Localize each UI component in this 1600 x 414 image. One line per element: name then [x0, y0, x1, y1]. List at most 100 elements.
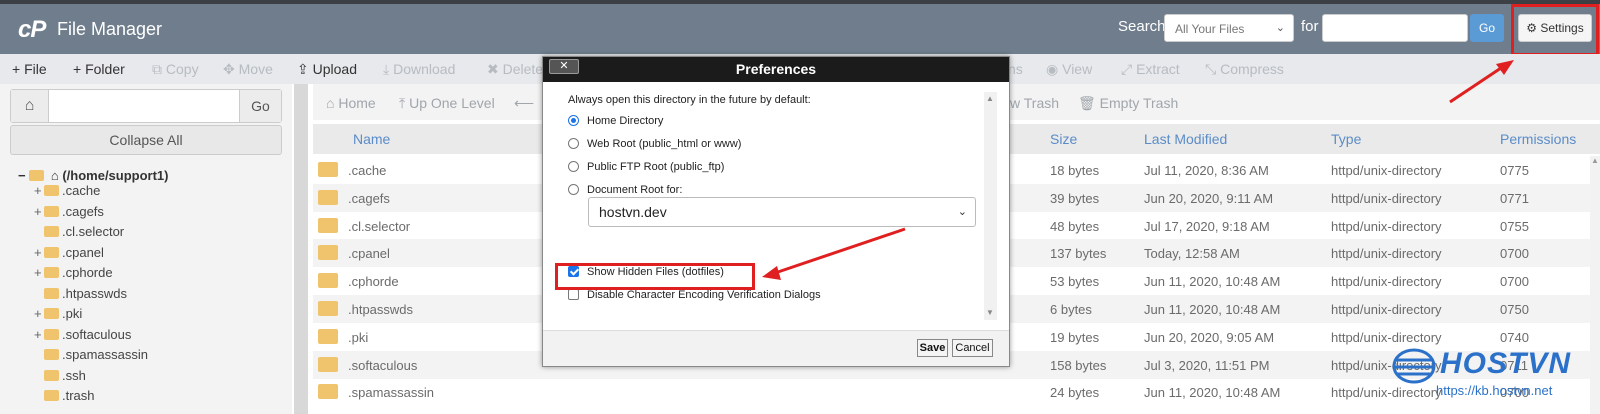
upload-button[interactable]: ⇪ Upload: [297, 61, 357, 78]
home-icon: ⌂: [50, 168, 59, 183]
nav-up-one-level-button[interactable]: ⤒ Up One Level: [399, 95, 495, 112]
nav-home-button[interactable]: ⌂ Home: [326, 95, 376, 111]
home-icon[interactable]: ⌂: [11, 90, 49, 122]
cell-name: .spamassassin: [348, 385, 434, 401]
tree-item-label: .ssh: [62, 367, 86, 383]
checkbox-disable-encoding[interactable]: [568, 289, 579, 300]
cancel-button[interactable]: Cancel: [952, 339, 993, 357]
cell-perms: 0740: [1500, 329, 1529, 345]
path-go-button[interactable]: Go: [239, 90, 281, 122]
column-name[interactable]: Name: [353, 131, 390, 147]
tree-item[interactable]: .trash: [34, 388, 95, 403]
radio-document-root[interactable]: [568, 184, 579, 195]
radio-web-root[interactable]: [568, 138, 579, 149]
folder-icon: [318, 384, 338, 400]
watermark-brand: HOSTVN: [1440, 347, 1572, 380]
column-last-modified[interactable]: Last Modified: [1144, 131, 1227, 147]
new-file-button[interactable]: + File: [12, 61, 47, 77]
column-type[interactable]: Type: [1331, 131, 1361, 147]
close-icon[interactable]: ✕: [549, 59, 579, 74]
tree-item[interactable]: .htpasswds: [34, 286, 127, 301]
download-label: Download: [393, 61, 456, 77]
folder-icon: [318, 162, 338, 177]
tree-item[interactable]: + .softaculous: [34, 327, 131, 342]
tree-item-label: .spamassassin: [62, 347, 148, 362]
collapse-all-button[interactable]: Collapse All: [10, 125, 282, 155]
tree-item[interactable]: + .pki: [34, 306, 82, 321]
search-input[interactable]: [1322, 14, 1468, 42]
move-button[interactable]: ✥ Move: [223, 61, 273, 78]
toolbar-partial-item[interactable]: ns: [1008, 61, 1023, 77]
cell-modified: Jul 11, 2020, 8:36 AM: [1144, 163, 1269, 178]
scroll-down-icon[interactable]: ▼: [986, 308, 994, 317]
option-web-root[interactable]: Web Root (public_html or www): [568, 138, 741, 150]
radio-home-directory[interactable]: [568, 115, 579, 126]
domain-select[interactable]: hostvn.dev ⌄: [588, 197, 976, 227]
expand-plus-icon[interactable]: +: [34, 265, 44, 280]
cell-size: 19 bytes: [1050, 329, 1100, 345]
new-folder-label: Folder: [85, 61, 125, 77]
expand-plus-icon[interactable]: +: [34, 306, 44, 321]
save-button[interactable]: Save: [917, 339, 948, 357]
cell-size: 137 bytes: [1050, 246, 1107, 262]
nav-back-button[interactable]: ⟵: [514, 95, 534, 112]
column-size[interactable]: Size: [1050, 131, 1077, 147]
search-go-button[interactable]: Go: [1470, 14, 1504, 42]
path-input[interactable]: [51, 90, 239, 122]
tree-root[interactable]: − ⌂ (/home/support1): [18, 168, 169, 183]
plus-icon: +: [73, 61, 82, 77]
column-permissions[interactable]: Permissions: [1500, 131, 1576, 147]
plus-icon: +: [12, 61, 21, 77]
expand-plus-icon[interactable]: +: [34, 204, 44, 219]
expand-plus-icon[interactable]: +: [34, 245, 44, 260]
view-button[interactable]: ◉ View: [1046, 61, 1092, 78]
tree-item[interactable]: .spamassassin: [34, 347, 148, 362]
compress-button[interactable]: ⤡ Compress: [1205, 61, 1284, 78]
sidebar-scrollbar[interactable]: [294, 84, 308, 414]
tree-item[interactable]: + .cphorde: [34, 265, 113, 280]
tree-item[interactable]: + .cagefs: [34, 204, 104, 219]
folder-icon: [44, 246, 59, 258]
scroll-up-icon[interactable]: ▲: [1591, 156, 1599, 165]
cell-type: httpd/unix-directory: [1331, 246, 1442, 262]
nav-view-trash-button[interactable]: w Trash: [1010, 95, 1059, 111]
option-document-root[interactable]: Document Root for:: [568, 184, 682, 196]
cell-type: httpd/unix-directory: [1331, 163, 1442, 178]
folder-icon: [318, 245, 338, 261]
delete-button[interactable]: ✖ Delete: [487, 61, 543, 78]
option-public-ftp-root[interactable]: Public FTP Root (public_ftp): [568, 161, 724, 173]
app-title: File Manager: [57, 19, 163, 39]
globe-logo-icon: [1392, 348, 1436, 384]
scroll-up-icon[interactable]: ▲: [986, 94, 994, 103]
expand-plus-icon[interactable]: +: [34, 327, 44, 342]
copy-icon: ⧉: [152, 61, 162, 77]
tree-item-label: .cache: [62, 183, 101, 198]
chevron-down-icon: ⌄: [1275, 22, 1285, 34]
tree-item[interactable]: .cl.selector: [34, 224, 124, 239]
tree-item[interactable]: .ssh: [34, 368, 86, 383]
folder-icon: [318, 356, 338, 372]
tree-item[interactable]: + .cache: [34, 183, 100, 198]
dialog-scrollbar[interactable]: ▲ ▼: [984, 92, 997, 320]
download-icon: ⤓: [383, 61, 390, 77]
expand-plus-icon[interactable]: +: [34, 183, 44, 198]
home-icon: ⌂: [326, 95, 335, 111]
option-disable-encoding[interactable]: Disable Character Encoding Verification …: [568, 289, 821, 301]
radio-public-ftp-root[interactable]: [568, 161, 579, 172]
folder-icon: [44, 226, 59, 237]
dialog-footer: Save Cancel: [543, 330, 1009, 366]
new-folder-button[interactable]: + Folder: [73, 61, 125, 77]
tree-item[interactable]: + .cpanel: [34, 245, 104, 260]
collapse-minus-icon[interactable]: −: [18, 168, 26, 183]
download-button[interactable]: ⤓ Download: [383, 61, 455, 78]
cell-size: 158 bytes: [1050, 357, 1107, 373]
cell-perms: 0700: [1500, 246, 1529, 262]
cell-name: .cache: [348, 163, 387, 178]
nav-empty-trash-button[interactable]: 🗑 Empty Trash: [1078, 95, 1178, 112]
copy-button[interactable]: ⧉ Copy: [152, 61, 199, 78]
tree-item-label: .pki: [62, 306, 83, 321]
option-home-directory[interactable]: Home Directory: [568, 115, 663, 127]
extract-button[interactable]: ⤢ Extract: [1121, 61, 1180, 78]
search-scope-select[interactable]: All Your Files ⌄: [1164, 14, 1294, 42]
domain-select-value: hostvn.dev: [599, 204, 667, 220]
